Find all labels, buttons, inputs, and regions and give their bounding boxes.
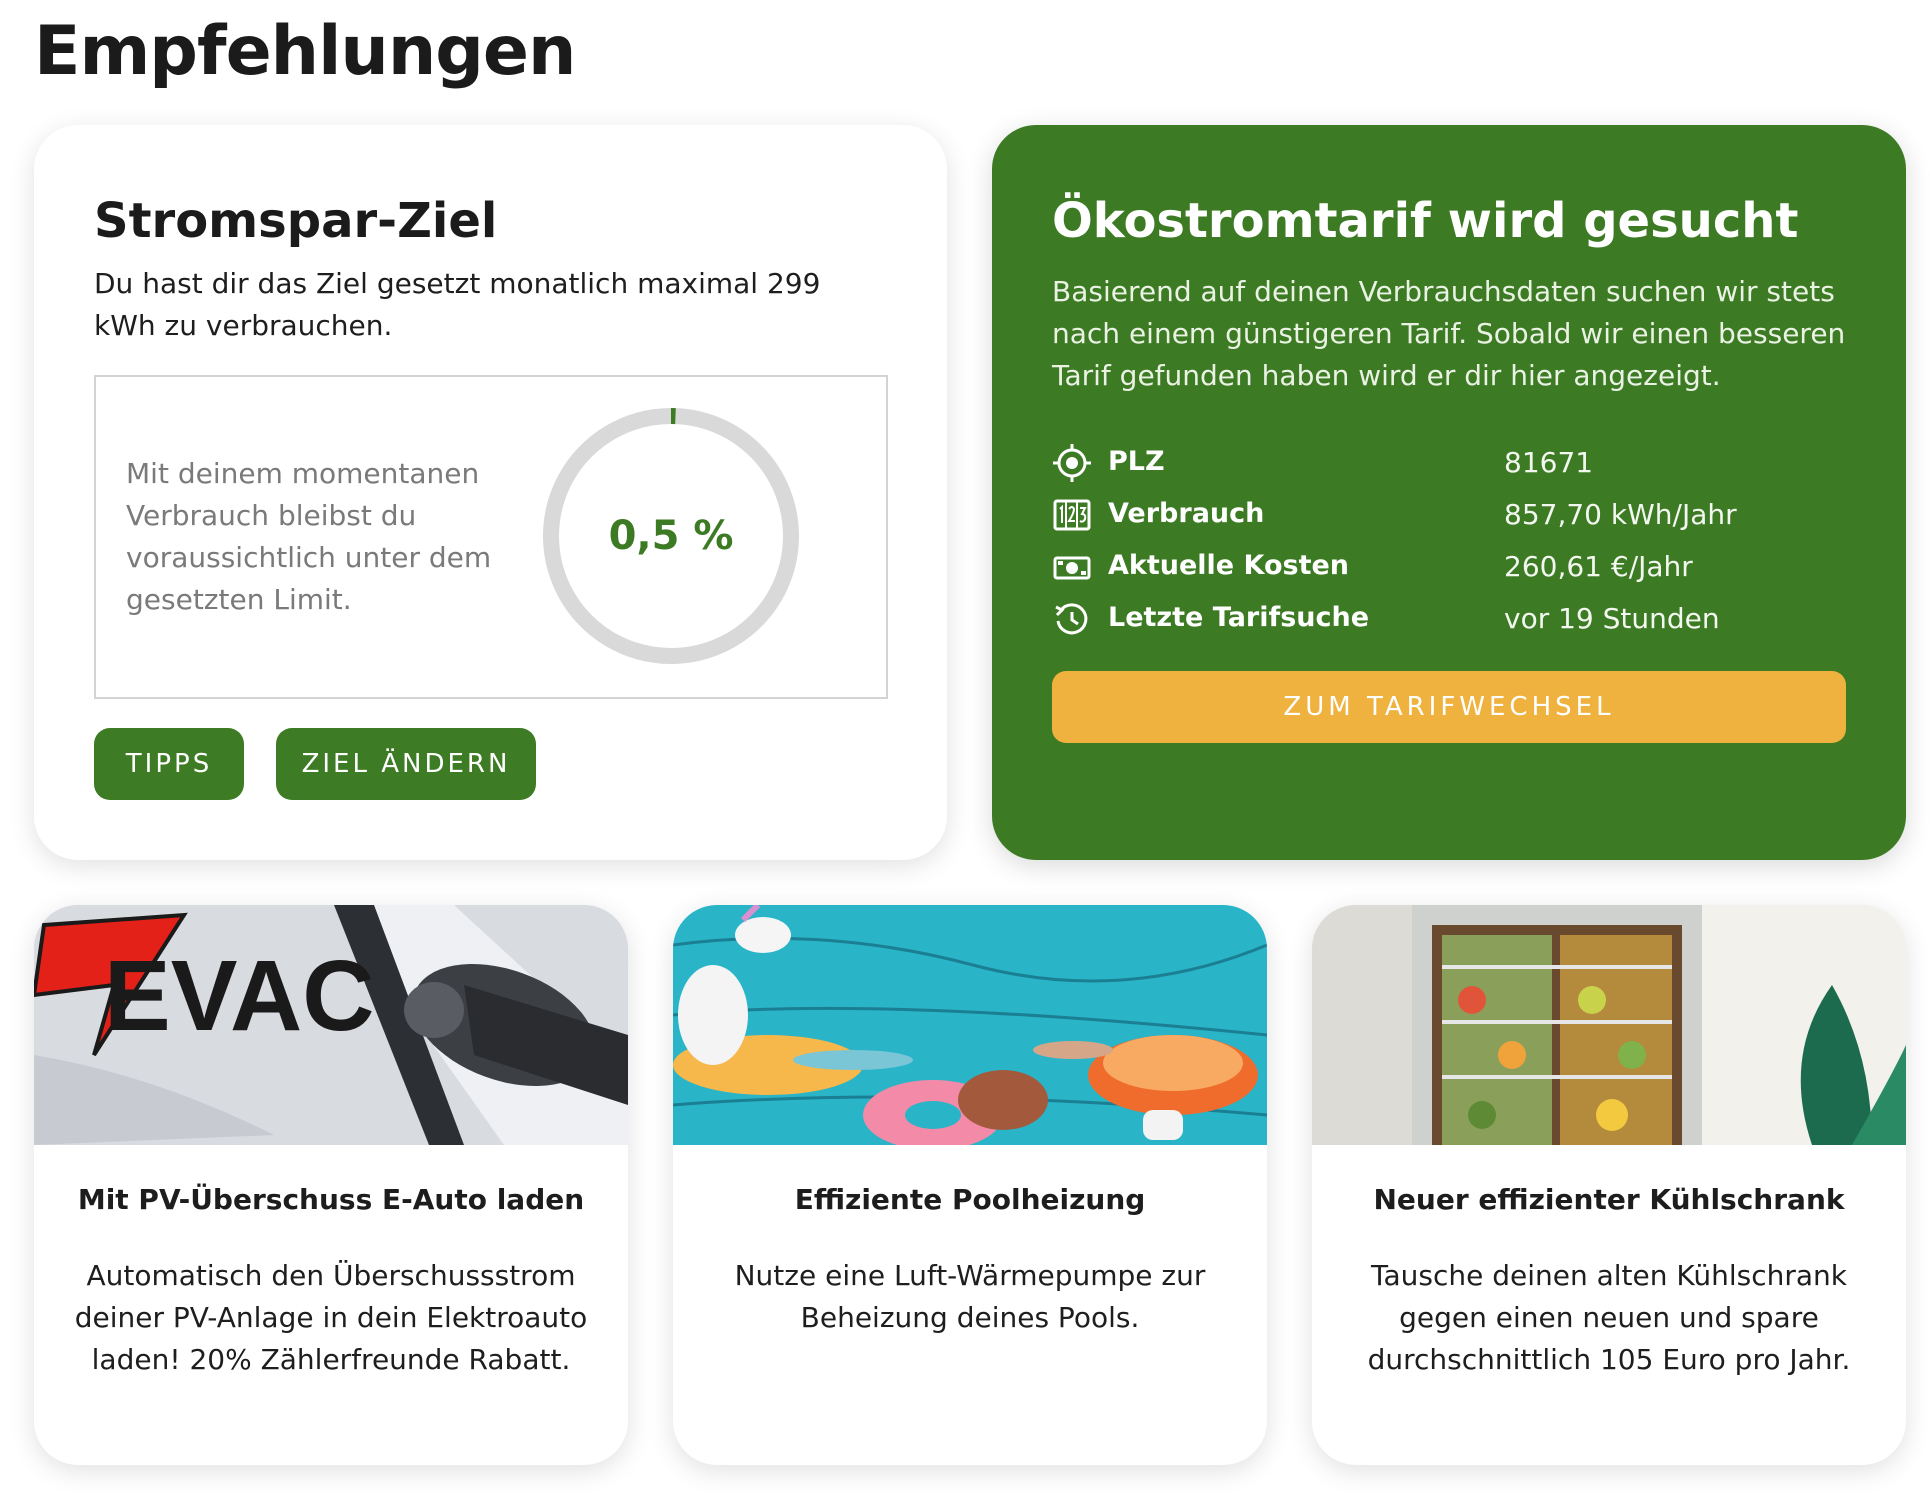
fact-row-last-search: Letzte Tarifsuche vor 19 Stunden <box>1052 593 1852 645</box>
recommendation-description: Automatisch den Überschussstrom deiner P… <box>74 1259 588 1376</box>
fact-value-last-search: vor 19 Stunden <box>1504 602 1720 635</box>
goal-title: Stromspar-Ziel <box>94 193 498 249</box>
fact-row-costs: Aktuelle Kosten 260,61 €/Jahr <box>1052 541 1852 593</box>
fact-row-consumption: Verbrauch 857,70 kWh/Jahr <box>1052 489 1852 541</box>
tariff-title: Ökostromtarif wird gesucht <box>1052 193 1799 249</box>
page-title: Empfehlungen <box>34 12 576 91</box>
recommendation-title: Effiziente Poolheizung <box>794 1183 1146 1216</box>
pool-image <box>673 905 1267 1145</box>
meter-icon <box>1053 499 1091 531</box>
change-goal-button[interactable]: ZIEL ÄNDERN <box>276 728 536 800</box>
goal-progress-value: 0,5 % <box>608 513 734 559</box>
fact-label-costs: Aktuelle Kosten <box>1108 550 1350 581</box>
recommendation-card-ev-charging[interactable]: EVAC Mit PV-Überschuss E-Auto laden Auto… <box>34 905 628 1465</box>
recommendation-card-fridge[interactable]: Neuer effizienter Kühlschrank Tausche de… <box>1312 905 1906 1465</box>
fact-label-zip: PLZ <box>1108 446 1165 477</box>
history-icon <box>1055 603 1088 635</box>
recommendation-card-pool-heating[interactable]: Effiziente Poolheizung Nutze eine Luft-W… <box>673 905 1267 1465</box>
power-saving-goal-card: Stromspar-Ziel Du hast dir das Ziel gese… <box>34 125 947 860</box>
green-tariff-card: Ökostromtarif wird gesucht Basierend auf… <box>992 125 1906 860</box>
goal-description: Du hast dir das Ziel gesetzt monatlich m… <box>94 267 821 342</box>
recommendation-description: Nutze eine Luft-Wärmepumpe zur Beheizung… <box>734 1259 1206 1334</box>
fact-value-costs: 260,61 €/Jahr <box>1504 550 1693 583</box>
fact-value-consumption: 857,70 kWh/Jahr <box>1504 498 1737 531</box>
evac-logo: EVAC <box>104 940 374 1052</box>
banknote-icon <box>1053 556 1091 580</box>
target-icon <box>1053 444 1091 482</box>
ev-charger-image: EVAC <box>34 905 628 1145</box>
fridge-image <box>1312 905 1906 1145</box>
tariff-description: Basierend auf deinen Verbrauchsdaten suc… <box>1052 275 1846 392</box>
recommendation-title: Neuer effizienter Kühlschrank <box>1373 1183 1845 1216</box>
tariff-facts-list: PLZ 81671 Verbrauch 857,70 kWh/Jahr Aktu… <box>1052 437 1852 645</box>
recommendation-description: Tausche deinen alten Kühlschrank gegen e… <box>1367 1259 1851 1376</box>
tips-button[interactable]: TIPPS <box>94 728 244 800</box>
goal-forecast-box: Mit deinem momentanen Verbrauch bleibst … <box>94 375 888 699</box>
goal-forecast-text: Mit deinem momentanen Verbrauch bleibst … <box>126 457 492 616</box>
fact-label-consumption: Verbrauch <box>1108 498 1265 529</box>
tariff-switch-button[interactable]: ZUM TARIFWECHSEL <box>1052 671 1846 743</box>
fact-label-last-search: Letzte Tarifsuche <box>1108 602 1370 633</box>
fact-row-zip: PLZ 81671 <box>1052 437 1852 489</box>
fact-value-zip: 81671 <box>1504 446 1594 479</box>
recommendation-title: Mit PV-Überschuss E-Auto laden <box>77 1183 585 1216</box>
